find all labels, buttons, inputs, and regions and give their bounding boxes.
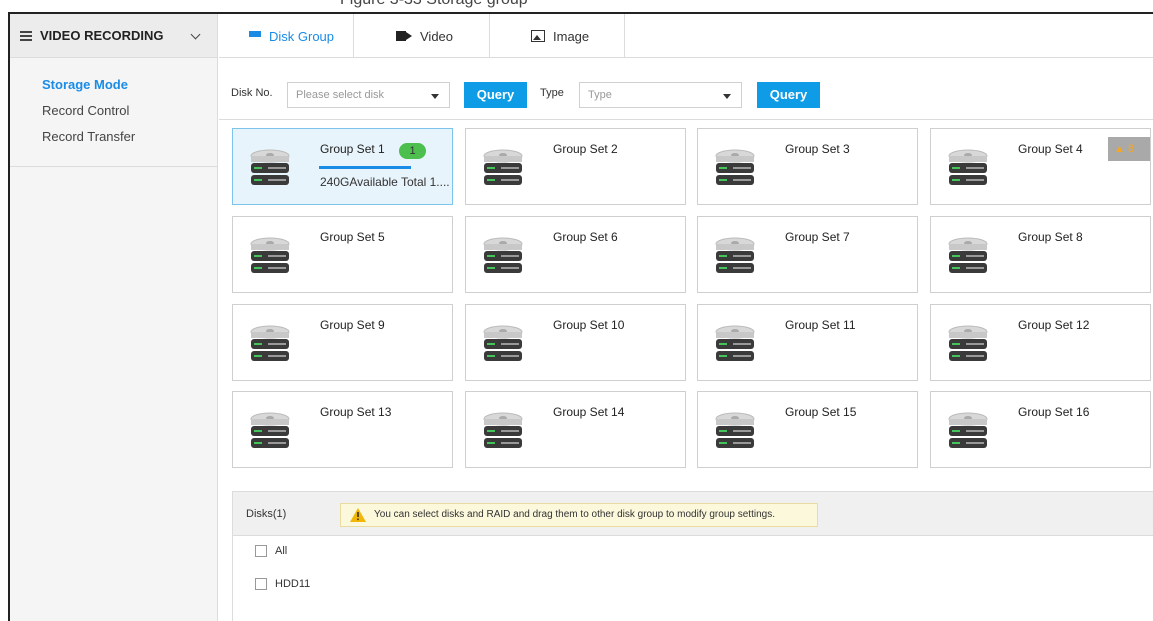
sidebar-item-record-control[interactable]: Record Control bbox=[10, 98, 217, 124]
query-button-disk[interactable]: Query bbox=[464, 82, 527, 108]
count-badge: 1 bbox=[399, 143, 426, 159]
image-icon bbox=[531, 30, 545, 42]
hard-disk-icon bbox=[248, 237, 292, 280]
list-icon bbox=[249, 31, 261, 41]
checkbox[interactable] bbox=[255, 578, 267, 590]
hard-disk-icon bbox=[713, 412, 757, 455]
type-label: Type bbox=[540, 87, 564, 99]
tab-bar: Disk Group Video Image bbox=[219, 14, 1153, 58]
hard-disk-icon bbox=[248, 412, 292, 455]
hard-disk-icon bbox=[713, 237, 757, 280]
disk-group-card[interactable]: Group Set 4 ▲ 8 bbox=[930, 128, 1151, 205]
sidebar-item-record-transfer[interactable]: Record Transfer bbox=[10, 124, 217, 150]
hard-disk-icon bbox=[248, 325, 292, 368]
sidebar-item-storage-mode[interactable]: Storage Mode bbox=[10, 72, 217, 98]
disk-group-card[interactable]: Group Set 3 bbox=[697, 128, 918, 205]
warning-badge[interactable]: ▲ 8 bbox=[1108, 137, 1150, 161]
sidebar-menu: Storage Mode Record Control Record Trans… bbox=[10, 58, 217, 167]
type-select[interactable]: Type bbox=[579, 82, 742, 108]
disk-group-card[interactable]: Group Set 12 bbox=[930, 304, 1151, 381]
disk-group-card[interactable]: Group Set 1 1 240GAvailable Total 1.... bbox=[232, 128, 453, 205]
disk-group-card[interactable]: Group Set 15 bbox=[697, 391, 918, 468]
video-camera-icon bbox=[396, 31, 412, 41]
disks-title: Disks(1) bbox=[246, 508, 287, 520]
disk-group-card[interactable]: Group Set 6 bbox=[465, 216, 686, 293]
type-select-placeholder: Type bbox=[588, 89, 612, 101]
sidebar-header[interactable]: VIDEO RECORDING bbox=[10, 14, 217, 58]
disk-no-label: Disk No. bbox=[231, 87, 273, 99]
tab-label: Image bbox=[553, 28, 590, 44]
group-name: Group Set 3 bbox=[785, 142, 850, 156]
tab-disk-group[interactable]: Disk Group bbox=[219, 14, 354, 58]
group-name: Group Set 5 bbox=[320, 230, 385, 244]
disk-group-card[interactable]: Group Set 13 bbox=[232, 391, 453, 468]
group-name: Group Set 4 bbox=[1018, 142, 1083, 156]
sidebar-title: VIDEO RECORDING bbox=[40, 28, 164, 43]
disks-panel-header: Disks(1) You can select disks and RAID a… bbox=[233, 492, 1153, 536]
group-name: Group Set 15 bbox=[785, 405, 857, 419]
disk-group-card[interactable]: Group Set 2 bbox=[465, 128, 686, 205]
figure-caption: Figure 3-33 Storage group bbox=[0, 0, 1153, 12]
disk-group-card[interactable]: Group Set 10 bbox=[465, 304, 686, 381]
disk-select[interactable]: Please select disk bbox=[287, 82, 450, 108]
disk-group-card[interactable]: Group Set 16 bbox=[930, 391, 1151, 468]
hard-disk-icon bbox=[481, 325, 525, 368]
hard-disk-icon bbox=[481, 237, 525, 280]
checkbox[interactable] bbox=[255, 545, 267, 557]
group-name: Group Set 14 bbox=[553, 405, 625, 419]
figure-caption-text: Figure 3-33 Storage group bbox=[340, 0, 528, 9]
tab-label: Video bbox=[420, 28, 454, 44]
capacity-text: 240GAvailable Total 1.... bbox=[320, 175, 450, 189]
group-name: Group Set 16 bbox=[1018, 405, 1090, 419]
disk-group-card[interactable]: Group Set 14 bbox=[465, 391, 686, 468]
hard-disk-icon bbox=[946, 325, 990, 368]
group-name: Group Set 6 bbox=[553, 230, 618, 244]
group-name: Group Set 8 bbox=[1018, 230, 1083, 244]
menu-icon bbox=[20, 30, 32, 41]
group-name: Group Set 11 bbox=[785, 318, 856, 332]
disk-group-card[interactable]: Group Set 7 bbox=[697, 216, 918, 293]
checkbox-all[interactable]: All bbox=[255, 545, 287, 557]
group-name: Group Set 2 bbox=[553, 142, 618, 156]
tab-video[interactable]: Video bbox=[354, 14, 490, 58]
caret-down-icon bbox=[431, 94, 439, 99]
caret-down-icon bbox=[723, 94, 731, 99]
hard-disk-icon bbox=[481, 149, 525, 192]
tab-image[interactable]: Image bbox=[490, 14, 625, 58]
checkbox-label: HDD11 bbox=[275, 578, 311, 590]
hard-disk-icon bbox=[946, 237, 990, 280]
sidebar: VIDEO RECORDING Storage Mode Record Cont… bbox=[10, 14, 218, 621]
warning-count: 8 bbox=[1127, 143, 1135, 155]
chevron-down-icon[interactable] bbox=[191, 31, 201, 41]
hard-disk-icon bbox=[481, 412, 525, 455]
hard-disk-icon bbox=[713, 325, 757, 368]
hard-disk-icon bbox=[713, 149, 757, 192]
checkbox-label: All bbox=[275, 545, 288, 557]
hard-disk-icon bbox=[946, 412, 990, 455]
capacity-bar bbox=[319, 166, 411, 169]
group-name: Group Set 13 bbox=[320, 405, 392, 419]
group-name: Group Set 7 bbox=[785, 230, 850, 244]
warning-icon: ▲ bbox=[1114, 143, 1128, 155]
tip-banner: You can select disks and RAID and drag t… bbox=[340, 503, 818, 527]
warning-icon bbox=[350, 508, 366, 522]
tab-label: Disk Group bbox=[269, 28, 335, 44]
checkbox-hdd11[interactable]: HDD11 bbox=[255, 578, 310, 590]
disks-panel: Disks(1) You can select disks and RAID a… bbox=[232, 491, 1153, 621]
disk-group-card[interactable]: Group Set 5 bbox=[232, 216, 453, 293]
disk-select-placeholder: Please select disk bbox=[296, 89, 385, 101]
group-name: Group Set 12 bbox=[1018, 318, 1090, 332]
query-button-type[interactable]: Query bbox=[757, 82, 820, 108]
hard-disk-icon bbox=[248, 149, 292, 192]
disk-group-card[interactable]: Group Set 9 bbox=[232, 304, 453, 381]
tip-text: You can select disks and RAID and drag t… bbox=[374, 509, 775, 520]
disk-group-card[interactable]: Group Set 11 bbox=[697, 304, 918, 381]
group-name: Group Set 10 bbox=[553, 318, 625, 332]
disk-group-card[interactable]: Group Set 8 bbox=[930, 216, 1151, 293]
group-name: Group Set 9 bbox=[320, 318, 385, 332]
hard-disk-icon bbox=[946, 149, 990, 192]
group-name: Group Set 1 bbox=[320, 142, 385, 156]
